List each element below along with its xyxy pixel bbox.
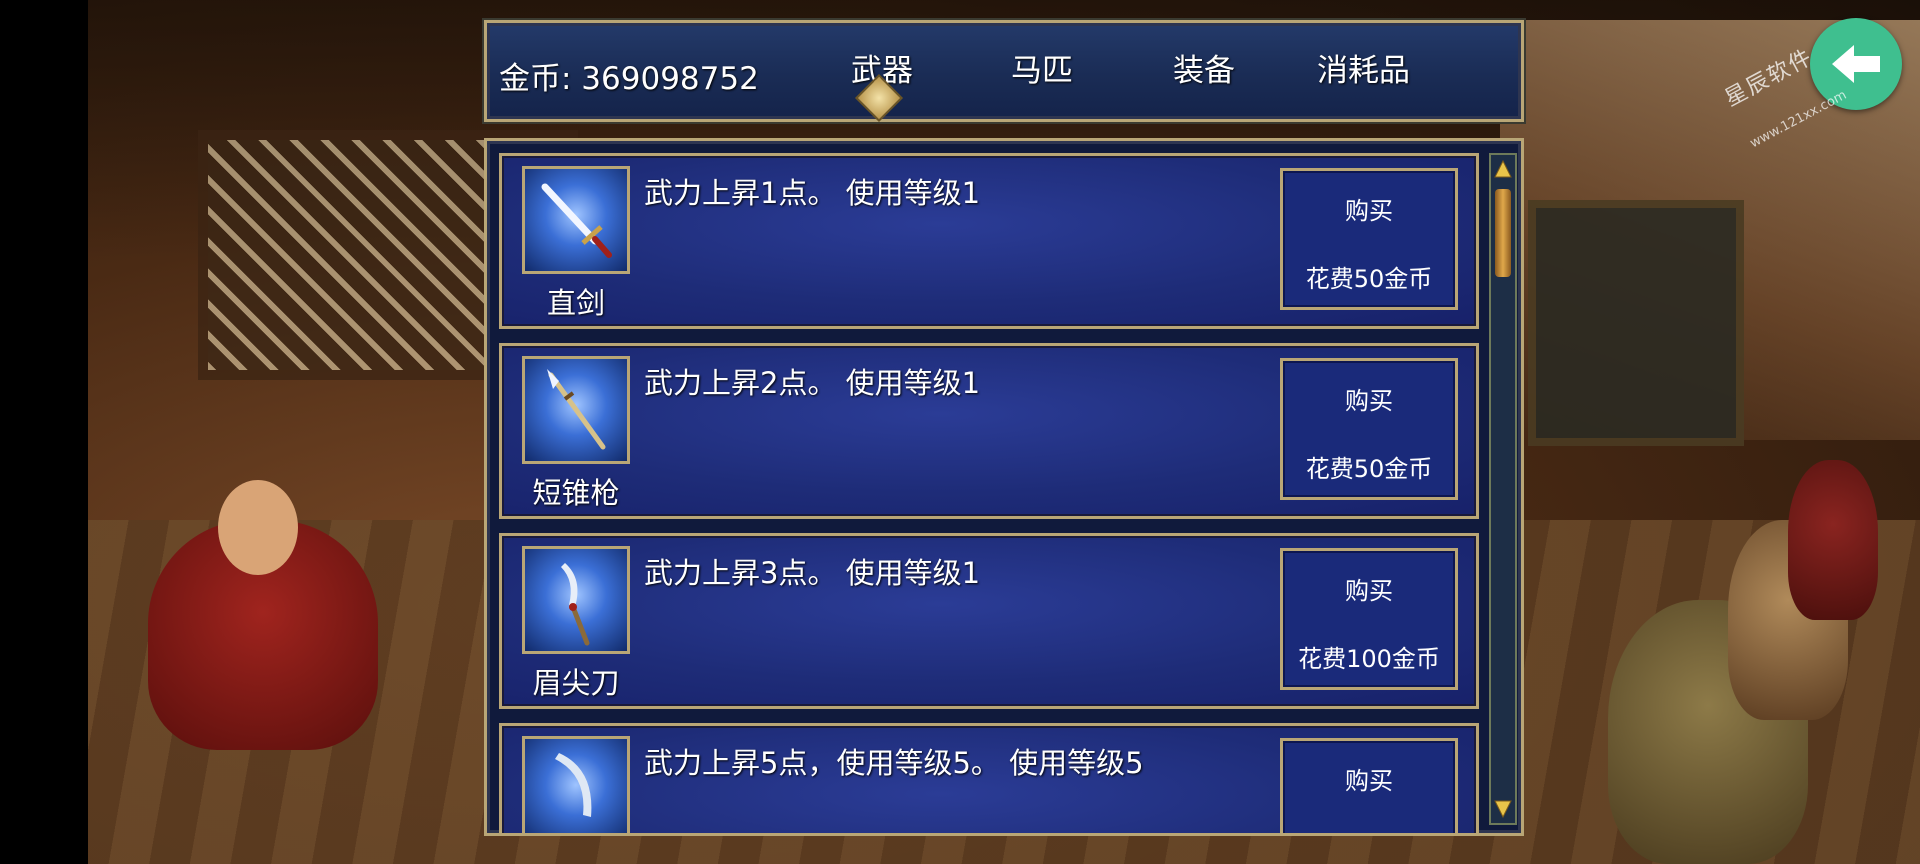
buy-button[interactable]: 购买 花费50金币 [1280, 168, 1458, 310]
scroll-up-arrow-icon[interactable] [1494, 159, 1512, 179]
buy-label: 购买 [1345, 767, 1393, 795]
tab-consumables[interactable]: 消耗品 [1317, 45, 1410, 90]
tab-equipment[interactable]: 装备 [1173, 45, 1235, 90]
item-description: 武力上昇1点。 使用等级1 [644, 176, 981, 210]
scroll-down-arrow-icon[interactable] [1494, 799, 1512, 819]
item-list[interactable]: 直剑 武力上昇1点。 使用等级1 购买 花费50金币 短锥枪 武力上昇2点。 使… [484, 138, 1524, 836]
buy-label: 购买 [1345, 577, 1393, 605]
item-description: 武力上昇3点。 使用等级1 [644, 556, 981, 590]
straight-sword-icon [522, 166, 630, 274]
buy-button[interactable]: 购买 花费100金币 [1280, 548, 1458, 690]
buy-button[interactable]: 购买 [1280, 738, 1458, 833]
dragon-screen [1528, 200, 1744, 446]
buy-button[interactable]: 购买 花费50金币 [1280, 358, 1458, 500]
scrollbar[interactable] [1489, 153, 1517, 825]
item-name: 直剑 [546, 286, 605, 320]
scrollbar-thumb[interactable] [1495, 189, 1511, 277]
short-spear-icon [522, 356, 630, 464]
official-head [218, 480, 298, 575]
glaive-icon [522, 546, 630, 654]
shop-header: 金币: 369098752 武器 马匹 装备 消耗品 [484, 20, 1524, 123]
buy-label: 购买 [1345, 197, 1393, 225]
item-name: 短锥枪 [532, 476, 620, 510]
tab-horses[interactable]: 马匹 [1011, 45, 1073, 90]
list-item: 短锥枪 武力上昇2点。 使用等级1 购买 花费50金币 [499, 343, 1479, 519]
curved-blade-icon [522, 736, 630, 833]
item-name: 眉尖刀 [532, 666, 620, 700]
buy-label: 购买 [1345, 387, 1393, 415]
list-item: 武力上昇5点，使用等级5。 使用等级5 购买 [499, 723, 1479, 833]
buy-cost: 花费50金币 [1305, 265, 1433, 293]
list-item: 直剑 武力上昇1点。 使用等级1 购买 花费50金币 [499, 153, 1479, 329]
arrow-left-icon [1832, 45, 1880, 83]
item-description: 武力上昇5点，使用等级5。 使用等级5 [644, 746, 1144, 780]
kneeling-figure [1788, 460, 1878, 620]
buy-cost: 花费100金币 [1298, 645, 1440, 673]
buy-cost: 花费50金币 [1305, 455, 1433, 483]
list-item: 眉尖刀 武力上昇3点。 使用等级1 购买 花费100金币 [499, 533, 1479, 709]
gold-balance: 金币: 369098752 [499, 61, 759, 97]
item-description: 武力上昇2点。 使用等级1 [644, 366, 981, 400]
